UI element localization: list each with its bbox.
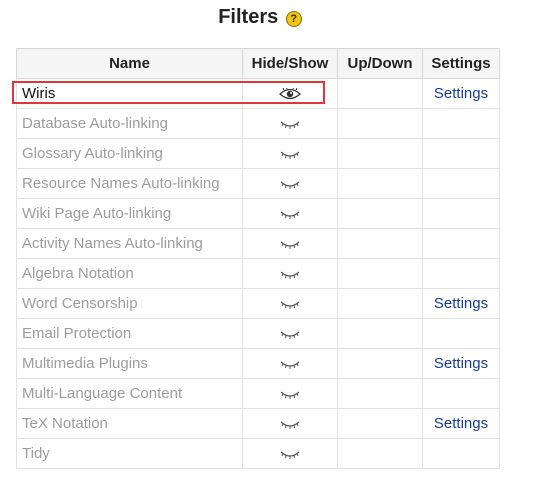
settings-cell: Settings (422, 78, 500, 109)
table-row: Activity Names Auto-linking (16, 228, 500, 259)
table-row: Wiris Settings (16, 78, 500, 109)
column-header-hide-show: Hide/Show (242, 48, 338, 79)
settings-cell (422, 258, 500, 289)
eye-closed-icon[interactable] (279, 445, 301, 462)
settings-link[interactable]: Settings (434, 415, 488, 432)
eye-closed-icon[interactable] (279, 355, 301, 372)
filter-name: Activity Names Auto-linking (16, 228, 243, 259)
settings-link[interactable]: Settings (434, 355, 488, 372)
settings-cell (422, 378, 500, 409)
help-icon[interactable]: ? (285, 11, 302, 27)
page-title-area: Filters ? (0, 6, 520, 29)
up-down-cell (337, 228, 423, 259)
up-down-cell (337, 198, 423, 229)
up-down-cell (337, 258, 423, 289)
up-down-cell (337, 288, 423, 319)
table-row: Wiki Page Auto-linking (16, 198, 500, 229)
table-row: Resource Names Auto-linking (16, 168, 500, 199)
hide-show-cell (242, 258, 338, 289)
settings-link[interactable]: Settings (434, 85, 488, 102)
settings-cell (422, 228, 500, 259)
eye-closed-icon[interactable] (279, 205, 301, 222)
filter-name: Wiki Page Auto-linking (16, 198, 243, 229)
settings-cell (422, 168, 500, 199)
column-header-settings: Settings (422, 48, 500, 79)
hide-show-cell (242, 78, 338, 109)
settings-cell: Settings (422, 408, 500, 439)
up-down-cell (337, 438, 423, 469)
settings-cell: Settings (422, 288, 500, 319)
up-down-cell (337, 138, 423, 169)
hide-show-cell (242, 198, 338, 229)
eye-closed-icon[interactable] (279, 415, 301, 432)
page-title: Filters (218, 6, 279, 28)
column-header-name: Name (16, 48, 243, 79)
table-row: TeX Notation Settings (16, 408, 500, 439)
up-down-cell (337, 108, 423, 139)
eye-closed-icon[interactable] (279, 115, 301, 132)
filter-name: Multi-Language Content (16, 378, 243, 409)
up-down-cell (337, 168, 423, 199)
eye-open-icon[interactable] (279, 85, 301, 102)
filter-name: Multimedia Plugins (16, 348, 243, 379)
filter-name: Wiris (16, 78, 243, 109)
filter-name: Resource Names Auto-linking (16, 168, 243, 199)
filters-table-body: Wiris Settings Database Auto-linking Glossa… (16, 78, 500, 469)
eye-closed-icon[interactable] (279, 235, 301, 252)
filter-name: Glossary Auto-linking (16, 138, 243, 169)
eye-closed-icon[interactable] (279, 265, 301, 282)
hide-show-cell (242, 138, 338, 169)
hide-show-cell (242, 438, 338, 469)
eye-closed-icon[interactable] (279, 325, 301, 342)
settings-cell (422, 138, 500, 169)
eye-closed-icon[interactable] (279, 175, 301, 192)
table-row: Multi-Language Content (16, 378, 500, 409)
settings-cell (422, 198, 500, 229)
table-row: Algebra Notation (16, 258, 500, 289)
column-header-up-down: Up/Down (337, 48, 423, 79)
settings-cell (422, 108, 500, 139)
settings-cell (422, 438, 500, 469)
hide-show-cell (242, 228, 338, 259)
hide-show-cell (242, 348, 338, 379)
filter-name: TeX Notation (16, 408, 243, 439)
filters-table: Name Hide/Show Up/Down Settings Wiris Set… (16, 48, 500, 469)
table-row: Multimedia Plugins Settings (16, 348, 500, 379)
filter-name: Email Protection (16, 318, 243, 349)
hide-show-cell (242, 378, 338, 409)
settings-link[interactable]: Settings (434, 295, 488, 312)
up-down-cell (337, 318, 423, 349)
settings-cell (422, 318, 500, 349)
hide-show-cell (242, 288, 338, 319)
hide-show-cell (242, 108, 338, 139)
hide-show-cell (242, 318, 338, 349)
hide-show-cell (242, 168, 338, 199)
eye-closed-icon[interactable] (279, 295, 301, 312)
eye-closed-icon[interactable] (279, 145, 301, 162)
up-down-cell (337, 348, 423, 379)
table-row: Word Censorship Settings (16, 288, 500, 319)
filter-name: Database Auto-linking (16, 108, 243, 139)
table-row: Database Auto-linking (16, 108, 500, 139)
table-row: Email Protection (16, 318, 500, 349)
up-down-cell (337, 408, 423, 439)
settings-cell: Settings (422, 348, 500, 379)
filter-name: Word Censorship (16, 288, 243, 319)
eye-closed-icon[interactable] (279, 385, 301, 402)
table-row: Glossary Auto-linking (16, 138, 500, 169)
hide-show-cell (242, 408, 338, 439)
filter-name: Algebra Notation (16, 258, 243, 289)
up-down-cell (337, 78, 423, 109)
table-row: Tidy (16, 438, 500, 469)
table-header-row: Name Hide/Show Up/Down Settings (16, 48, 500, 79)
up-down-cell (337, 378, 423, 409)
filter-name: Tidy (16, 438, 243, 469)
